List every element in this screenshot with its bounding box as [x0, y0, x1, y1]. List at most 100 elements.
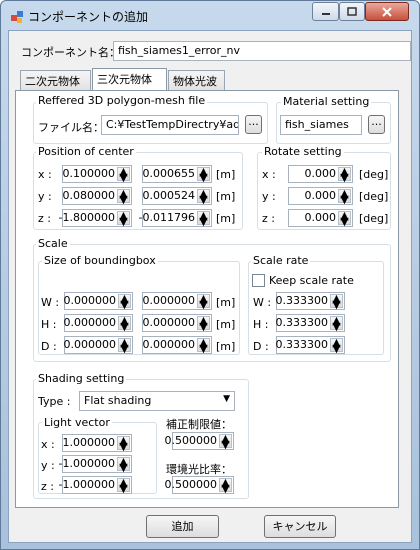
spinner-arrows-icon[interactable]: ▲ ▼ — [338, 209, 351, 228]
bbox-w2-spinner[interactable]: 0.000000 ▲ ▼ — [142, 292, 212, 311]
material-title: Material setting — [281, 95, 372, 108]
light-x-label: x : — [41, 438, 55, 451]
spinner-arrows-icon[interactable]: ▲ ▼ — [219, 476, 232, 495]
rotate-x-spinner[interactable]: 0.000 ▲ ▼ — [288, 165, 353, 184]
bbox-d2-spinner[interactable]: 0.000000 ▲ ▼ — [142, 336, 212, 355]
component-name-label: コンポーネント名： — [21, 46, 120, 59]
window-title: コンポーネントの追加 — [28, 10, 149, 24]
add-button[interactable]: 追加 — [146, 515, 219, 538]
position-unit: [m] — [216, 212, 236, 225]
keep-scale-rate-label[interactable]: Keep scale rate — [269, 274, 354, 287]
spinner-arrows-icon[interactable]: ▲ ▼ — [197, 165, 210, 184]
bbox-w1-spinner[interactable]: 0.000000 ▲ ▼ — [64, 292, 133, 311]
material-input[interactable]: fish_siames — [280, 115, 362, 135]
bbox-unit: [m] — [216, 340, 236, 353]
rotate-x-label: x : — [262, 168, 276, 181]
rotate-title: Rotate setting — [262, 145, 344, 158]
rotate-unit: [deg] — [359, 190, 389, 203]
scale-rate-h-spinner[interactable]: 0.333300 ▲ ▼ — [276, 314, 345, 333]
position-x-label: x : — [38, 168, 52, 181]
scale-rate-d-label: D : — [253, 340, 269, 353]
bbox-h2-spinner[interactable]: 0.000000 ▲ ▼ — [142, 314, 212, 333]
close-icon — [382, 6, 392, 17]
bbox-h-label: H : — [41, 318, 57, 331]
position-z1-spinner[interactable]: -1.800000 ▲ ▼ — [59, 209, 132, 228]
scale-rate-d-spinner[interactable]: 0.333300 ▲ ▼ — [276, 336, 345, 355]
close-button[interactable] — [365, 2, 409, 21]
position-x1-spinner[interactable]: 0.100000 ▲ ▼ — [62, 165, 132, 184]
rotate-y-spinner[interactable]: 0.000 ▲ ▼ — [288, 187, 353, 206]
spinner-arrows-icon[interactable]: ▲ ▼ — [118, 336, 131, 355]
spinner-arrows-icon[interactable]: ▲ ▼ — [117, 209, 130, 228]
spinner-arrows-icon[interactable]: ▲ ▼ — [118, 314, 131, 333]
bbox-h1-spinner[interactable]: 0.000000 ▲ ▼ — [64, 314, 133, 333]
rotate-unit: [deg] — [359, 168, 389, 181]
shading-title: Shading setting — [36, 372, 127, 385]
scale-rate-w-spinner[interactable]: 0.333300 ▲ ▼ — [276, 292, 345, 311]
scale-rate-h-label: H : — [253, 318, 269, 331]
tab-3d-object[interactable]: 三次元物体 — [92, 68, 167, 90]
bbox-unit: [m] — [216, 318, 236, 331]
position-y1-spinner[interactable]: 0.080000 ▲ ▼ — [62, 187, 132, 206]
tab-2d-object[interactable]: 二次元物体 — [20, 70, 91, 90]
spinner-arrows-icon[interactable]: ▲ ▼ — [117, 476, 130, 495]
maximize-icon — [347, 7, 357, 16]
spinner-arrows-icon[interactable]: ▲ ▼ — [197, 336, 210, 355]
bbox-unit: [m] — [216, 296, 236, 309]
position-z2-spinner[interactable]: -0.011796 ▲ ▼ — [139, 209, 212, 228]
scale-title: Scale — [36, 237, 70, 250]
tab-object-wave[interactable]: 物体光波 — [168, 70, 225, 90]
spinner-arrows-icon[interactable]: ▲ ▼ — [117, 434, 130, 453]
spinner-arrows-icon[interactable]: ▲ ▼ — [117, 165, 130, 184]
dialog-window: コンポーネントの追加 コンポーネント名： fish_siames1_error_… — [0, 0, 420, 550]
minimize-button[interactable] — [312, 2, 339, 21]
spinner-arrows-icon[interactable]: ▲ ▼ — [117, 187, 130, 206]
maximize-button[interactable] — [339, 2, 365, 21]
shading-type-value: Flat shading — [84, 394, 152, 407]
file-name-label: ファイル名： — [38, 121, 104, 134]
rotate-unit: [deg] — [359, 212, 389, 225]
correction-limit-spinner[interactable]: 0.500000 ▲ ▼ — [165, 432, 234, 451]
position-x2-spinner[interactable]: 0.000655 ▲ ▼ — [142, 165, 212, 184]
bbox-title: Size of boundingbox — [42, 254, 158, 267]
app-icon — [11, 11, 23, 23]
file-path-input[interactable]: C:¥TestTempDirectry¥aqu — [101, 115, 239, 135]
position-unit: [m] — [216, 190, 236, 203]
component-name-input[interactable]: fish_siames1_error_nv — [113, 41, 411, 61]
bbox-d1-spinner[interactable]: 0.000000 ▲ ▼ — [64, 336, 133, 355]
title-bar[interactable]: コンポーネントの追加 — [1, 1, 419, 30]
light-vector-title: Light vector — [42, 416, 112, 429]
spinner-arrows-icon[interactable]: ▲ ▼ — [197, 209, 210, 228]
spinner-arrows-icon[interactable]: ▲ ▼ — [118, 292, 131, 311]
spinner-arrows-icon[interactable]: ▲ ▼ — [117, 455, 130, 474]
light-z-label: z : — [41, 480, 54, 493]
light-z-spinner[interactable]: -1.000000 ▲ ▼ — [59, 476, 132, 495]
spinner-arrows-icon[interactable]: ▲ ▼ — [338, 165, 351, 184]
light-x-spinner[interactable]: 1.000000 ▲ ▼ — [62, 434, 132, 453]
keep-scale-rate-checkbox[interactable] — [252, 274, 265, 287]
position-y2-spinner[interactable]: 0.000524 ▲ ▼ — [142, 187, 212, 206]
browse-file-button[interactable]: ... — [245, 115, 262, 134]
polygon-file-title: Reffered 3D polygon-mesh file — [36, 94, 208, 107]
chevron-down-icon: ▼ — [223, 394, 230, 404]
correction-limit-label: 補正制限値： — [166, 418, 232, 431]
spinner-arrows-icon[interactable]: ▲ ▼ — [330, 292, 343, 311]
rotate-z-spinner[interactable]: 0.000 ▲ ▼ — [288, 209, 353, 228]
spinner-arrows-icon[interactable]: ▲ ▼ — [330, 336, 343, 355]
light-y-spinner[interactable]: -1.000000 ▲ ▼ — [59, 455, 132, 474]
shading-type-select[interactable]: Flat shading ▼ — [79, 391, 235, 411]
position-title: Position of center — [36, 145, 136, 158]
spinner-arrows-icon[interactable]: ▲ ▼ — [197, 187, 210, 206]
cancel-button[interactable]: キャンセル — [264, 515, 336, 538]
spinner-arrows-icon[interactable]: ▲ ▼ — [338, 187, 351, 206]
bbox-w-label: W : — [41, 296, 60, 309]
spinner-arrows-icon[interactable]: ▲ ▼ — [219, 432, 232, 451]
spinner-arrows-icon[interactable]: ▲ ▼ — [197, 314, 210, 333]
browse-material-button[interactable]: ... — [368, 115, 385, 134]
spinner-arrows-icon[interactable]: ▲ ▼ — [330, 314, 343, 333]
rotate-y-label: y : — [262, 190, 276, 203]
light-y-label: y : — [41, 459, 55, 472]
bbox-d-label: D : — [41, 340, 57, 353]
spinner-arrows-icon[interactable]: ▲ ▼ — [197, 292, 210, 311]
ambient-ratio-spinner[interactable]: 0.500000 ▲ ▼ — [165, 476, 234, 495]
